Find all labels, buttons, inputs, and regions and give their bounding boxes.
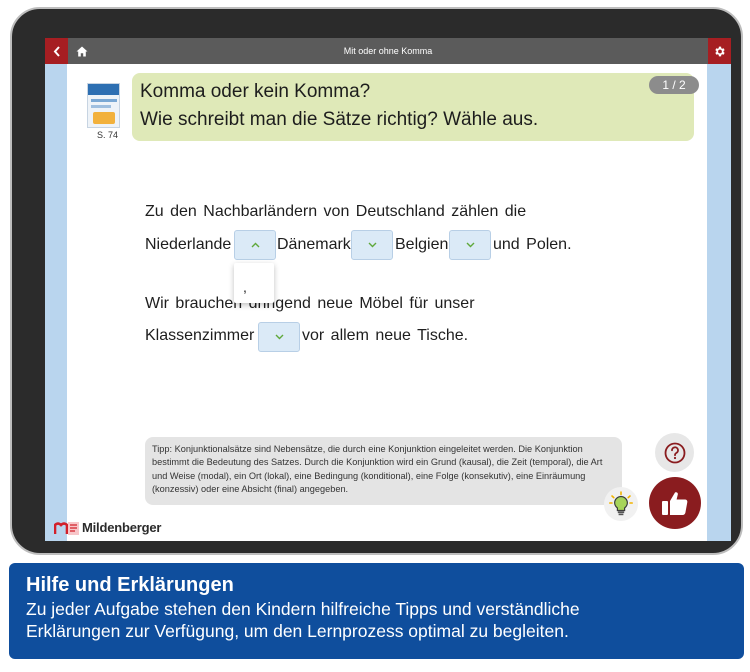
tablet-frame: Mit oder ohne Komma S. 74 Komma oder kei… [10,7,743,555]
content-area: S. 74 Komma oder kein Komma? Wie schreib… [54,64,707,541]
sentence-1-line-1: Zu den Nachbarländern von Deutschland zä… [145,203,527,220]
tip-box: Tipp: Konjunktionalsätze sind Nebensätze… [145,437,622,505]
mildenberger-logo: Mildenberger [54,517,161,537]
comma-dropdown-3[interactable] [449,230,491,260]
sentence-1-part-1: Niederlande [145,236,232,253]
app-screen: Mit oder ohne Komma S. 74 Komma oder kei… [45,38,731,541]
comma-dropdown-1[interactable] [234,230,276,260]
page-reference: S. 74 [97,130,119,140]
caption-title: Hilfe und Erklärungen [26,574,234,596]
question-line-1: Komma oder kein Komma? [140,81,371,102]
sentence-1-part-2: Dänemark [277,236,351,253]
chevron-up-icon [251,242,259,248]
app-title: Mit oder ohne Komma [343,46,433,56]
workbook-cover-thumbnail[interactable] [87,83,120,128]
chevron-down-icon [275,334,283,340]
chevron-left-icon [53,45,60,57]
sentence-1-part-3: Belgien [395,236,449,253]
mildenberger-logo-mark-icon [54,521,79,535]
brand-name: Mildenberger [82,519,162,535]
sentence-2-part-2: vor allem neue Tische. [302,327,469,344]
home-button[interactable] [71,38,93,64]
home-icon [76,46,88,56]
lightbulb-icon [609,491,633,516]
caption-text-line-1: Zu jeder Aufgabe stehen den Kindern hilf… [26,599,580,619]
caption-banner: Hilfe und Erklärungen Zu jeder Aufgabe s… [9,563,744,659]
caption-text-line-2: Erklärungen zur Verfügung, um den Lernpr… [26,621,569,641]
comma-dropdown-2[interactable] [351,230,393,260]
chevron-down-icon [466,242,474,248]
hint-button[interactable] [604,487,638,521]
sentence-2-line-1: Wir brauchen dringend neue Möbel für uns… [145,295,475,312]
settings-button[interactable] [708,38,731,64]
help-button[interactable] [655,433,694,472]
gear-icon [715,46,725,56]
comma-dropdown-4[interactable] [258,322,300,352]
chevron-down-icon [368,242,376,248]
task-counter: 1 / 2 [649,76,699,94]
thumbs-up-icon [662,492,688,515]
sentence-2-part-1: Klassenzimmer [145,327,255,344]
submit-thumbs-up-button[interactable] [649,477,701,529]
top-bar: Mit oder ohne Komma [45,38,731,64]
question-line-2: Wie schreibt man die Sätze richtig? Wähl… [140,109,539,130]
dropdown-menu: , [234,263,274,303]
back-button[interactable] [45,38,68,64]
sentence-1-part-4: und Polen. [493,236,572,253]
question-box: Komma oder kein Komma? Wie schreibt man … [132,73,699,141]
question-circle-icon [664,442,685,463]
dropdown-option-comma[interactable]: , [243,279,247,295]
